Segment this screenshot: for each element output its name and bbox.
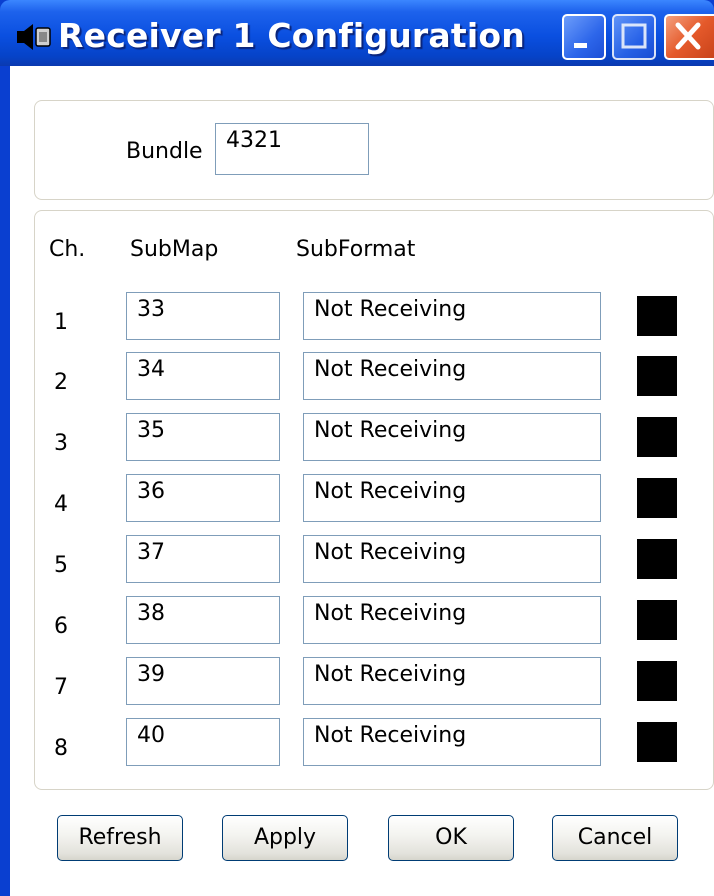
subformat-field: Not Receiving (303, 292, 601, 340)
channels-group: Ch. SubMap SubFormat 1 33 Not Receiving … (34, 210, 714, 790)
status-indicator (637, 539, 677, 579)
status-indicator (637, 296, 677, 336)
refresh-button[interactable]: Refresh (57, 815, 183, 861)
subformat-field: Not Receiving (303, 596, 601, 644)
subformat-field: Not Receiving (303, 474, 601, 522)
status-indicator (637, 661, 677, 701)
minimize-icon (574, 43, 587, 48)
minimize-button[interactable] (562, 14, 606, 60)
submap-input[interactable]: 40 (126, 718, 280, 766)
channel-number: 1 (54, 310, 68, 335)
submap-input[interactable]: 35 (126, 413, 280, 461)
window-title: Receiver 1 Configuration (58, 16, 525, 55)
submap-input[interactable]: 38 (126, 596, 280, 644)
title-bar[interactable]: Receiver 1 Configuration (0, 0, 714, 66)
channel-number: 5 (54, 553, 68, 578)
subformat-field: Not Receiving (303, 535, 601, 583)
channel-number: 3 (54, 431, 68, 456)
status-indicator (637, 722, 677, 762)
channel-number: 8 (54, 736, 68, 761)
channel-number: 7 (54, 675, 68, 700)
subformat-field: Not Receiving (303, 413, 601, 461)
apply-button[interactable]: Apply (222, 815, 348, 861)
speaker-icon (17, 24, 51, 50)
status-indicator (637, 478, 677, 518)
maximize-button[interactable] (612, 14, 656, 60)
submap-input[interactable]: 34 (126, 352, 280, 400)
subformat-field: Not Receiving (303, 657, 601, 705)
maximize-icon (621, 23, 647, 49)
submap-input[interactable]: 39 (126, 657, 280, 705)
channel-number: 2 (54, 370, 68, 395)
header-subformat: SubFormat (296, 237, 416, 262)
submap-input[interactable]: 36 (126, 474, 280, 522)
bundle-group: Bundle 4321 (34, 100, 714, 200)
subformat-field: Not Receiving (303, 352, 601, 400)
header-ch: Ch. (49, 237, 86, 262)
bundle-input[interactable]: 4321 (215, 123, 369, 175)
close-button[interactable] (664, 14, 714, 60)
ok-button[interactable]: OK (388, 815, 514, 861)
dialog-client-area: Bundle 4321 Ch. SubMap SubFormat 1 33 No… (10, 66, 714, 896)
submap-input[interactable]: 37 (126, 535, 280, 583)
channel-number: 4 (54, 492, 68, 517)
status-indicator (637, 356, 677, 396)
status-indicator (637, 600, 677, 640)
cancel-button[interactable]: Cancel (552, 815, 678, 861)
header-submap: SubMap (130, 237, 219, 262)
submap-input[interactable]: 33 (126, 292, 280, 340)
status-indicator (637, 417, 677, 457)
bundle-label: Bundle (126, 139, 203, 164)
channel-number: 6 (54, 614, 68, 639)
subformat-field: Not Receiving (303, 718, 601, 766)
close-icon (675, 22, 701, 50)
